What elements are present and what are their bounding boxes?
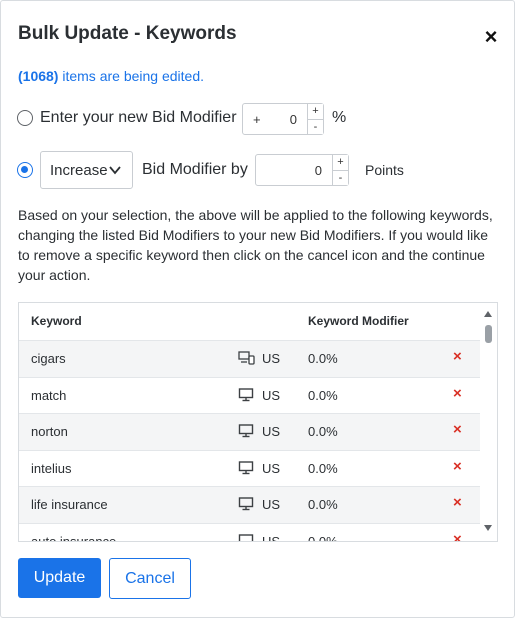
update-button[interactable]: Update [18, 558, 101, 598]
keyword-cell: life insurance [31, 497, 108, 512]
desktop-icon [238, 387, 255, 402]
modifier-cell: 0.0% [308, 351, 338, 366]
modifier-cell: 0.0% [308, 424, 338, 439]
description-text: Based on your selection, the above will … [18, 207, 493, 283]
country-cell: US [262, 460, 281, 476]
modifier-cell: 0.0% [308, 387, 338, 403]
adjust-value-stepper: + - [332, 155, 348, 185]
chevron-down-icon [109, 166, 121, 175]
remove-icon[interactable]: × [453, 531, 462, 542]
close-icon[interactable]: × [481, 26, 501, 48]
desktop-icon [238, 497, 255, 511]
table-row: match US 0.0% × [19, 376, 481, 414]
modifier-cell: 0.0% [308, 533, 338, 542]
remove-icon[interactable]: × [453, 494, 462, 511]
country-cell: US [262, 424, 281, 439]
new-bid-modifier-label: Enter your new Bid Modifier [40, 109, 237, 126]
country-cell: US [262, 497, 281, 512]
modifier-cell: 0.0% [308, 460, 338, 476]
cancel-button[interactable]: Cancel [109, 558, 191, 599]
increment-button[interactable]: + [332, 155, 348, 170]
scroll-up-icon[interactable] [484, 311, 492, 317]
table-header: Keyword Keyword Modifier [19, 303, 481, 340]
table-scrollbar[interactable] [480, 303, 497, 541]
desktop-icon [238, 424, 255, 438]
bulk-update-dialog: Bulk Update - Keywords × (1068) items ar… [0, 0, 515, 618]
new-bid-modifier-input[interactable]: + 0 + - [242, 103, 324, 135]
items-count: (1068) [18, 68, 59, 84]
scroll-down-icon[interactable] [484, 525, 492, 531]
items-edited-text: items are being edited. [58, 68, 204, 84]
remove-icon[interactable]: × [453, 348, 462, 365]
points-unit: Points [365, 162, 404, 178]
new-bid-modifier-stepper: + - [307, 104, 323, 134]
keyword-cell: auto insurance [31, 533, 117, 542]
header-keyword: Keyword [31, 314, 82, 328]
table-body: cigars US 0.0% × match US 0.0% × norton US 0.0% × in… [19, 340, 481, 542]
scroll-thumb[interactable] [485, 325, 492, 343]
keyword-cell: norton [31, 424, 68, 439]
percent-unit: % [332, 109, 347, 126]
radio-adjust-bid-modifier[interactable] [17, 162, 33, 178]
keyword-cell: match [31, 387, 67, 403]
desktop-icon [238, 460, 255, 475]
sign-prefix: + [253, 112, 261, 127]
desktop-icon [238, 533, 255, 541]
table-row: auto insurance US 0.0% × [19, 522, 481, 542]
country-cell: US [262, 533, 281, 542]
keyword-cell: cigars [31, 351, 66, 366]
keywords-table: Keyword Keyword Modifier cigars US 0.0% × ma… [18, 302, 498, 542]
table-row: life insurance US 0.0% × [19, 486, 481, 523]
table-row: intelius US 0.0% × [19, 449, 481, 487]
radio-new-bid-modifier[interactable] [17, 110, 33, 126]
decrement-button[interactable]: - [307, 119, 323, 134]
adjust-label: Bid Modifier by [142, 161, 248, 178]
decrement-button[interactable]: - [332, 170, 348, 185]
remove-icon[interactable]: × [453, 421, 462, 438]
adjust-mode-select[interactable]: Increase [40, 151, 133, 189]
country-cell: US [262, 351, 281, 366]
multi-device-icon [238, 351, 255, 365]
country-cell: US [262, 387, 281, 403]
new-bid-modifier-value: 0 [289, 112, 297, 127]
keyword-cell: intelius [31, 460, 72, 476]
items-edited-summary: (1068) items are being edited. [18, 68, 204, 84]
modifier-cell: 0.0% [308, 497, 338, 512]
table-row: cigars US 0.0% × [19, 340, 481, 377]
dialog-title: Bulk Update - Keywords [18, 23, 237, 44]
increment-button[interactable]: + [307, 104, 323, 119]
table-row: norton US 0.0% × [19, 413, 481, 450]
remove-icon[interactable]: × [453, 385, 462, 402]
header-keyword-modifier: Keyword Modifier [308, 314, 409, 328]
adjust-value-input[interactable]: 0 + - [255, 154, 349, 186]
adjust-mode-value: Increase [50, 162, 108, 179]
remove-icon[interactable]: × [453, 458, 462, 475]
adjust-value: 0 [314, 163, 322, 178]
